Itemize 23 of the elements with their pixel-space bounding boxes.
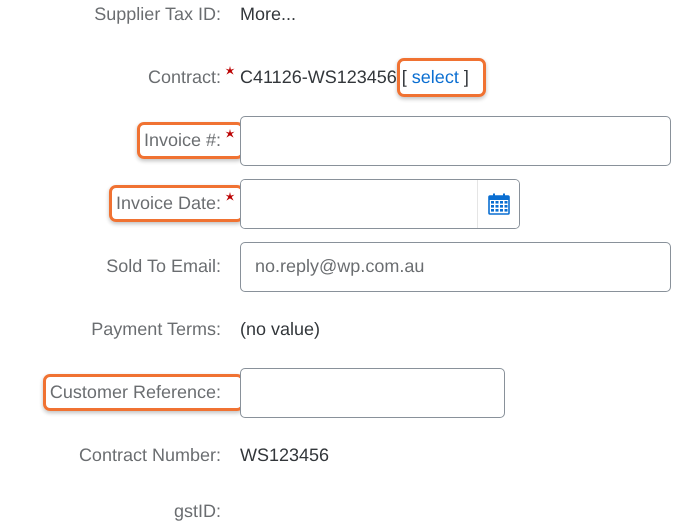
field-label: Customer Reference:: [50, 382, 221, 403]
required-icon: [225, 66, 235, 76]
field-value: More...: [240, 4, 296, 25]
input-field[interactable]: [240, 368, 505, 418]
input-field[interactable]: no.reply@wp.com.au: [240, 242, 671, 292]
input-field[interactable]: [240, 116, 671, 166]
field-label: Supplier Tax ID:: [94, 4, 221, 25]
field-label: Invoice #:: [144, 130, 221, 151]
field-label: Sold To Email:: [106, 256, 221, 277]
calendar-icon: [488, 192, 510, 214]
field-label: Payment Terms:: [91, 319, 221, 340]
field-label: Contract:: [148, 67, 221, 88]
field-label: Invoice Date:: [116, 193, 221, 214]
field-value: (no value): [240, 319, 320, 340]
field-label: gstID:: [174, 500, 221, 522]
calendar-button[interactable]: [477, 180, 519, 228]
field-value: WS123456: [240, 445, 330, 466]
field-label: Contract Number:: [78, 445, 221, 466]
required-icon: [225, 192, 235, 202]
field-value: C41126-WS123456: [240, 67, 397, 88]
select-link[interactable]: [ select ]: [402, 67, 469, 88]
date-field[interactable]: [240, 178, 520, 228]
required-icon: [225, 129, 235, 139]
